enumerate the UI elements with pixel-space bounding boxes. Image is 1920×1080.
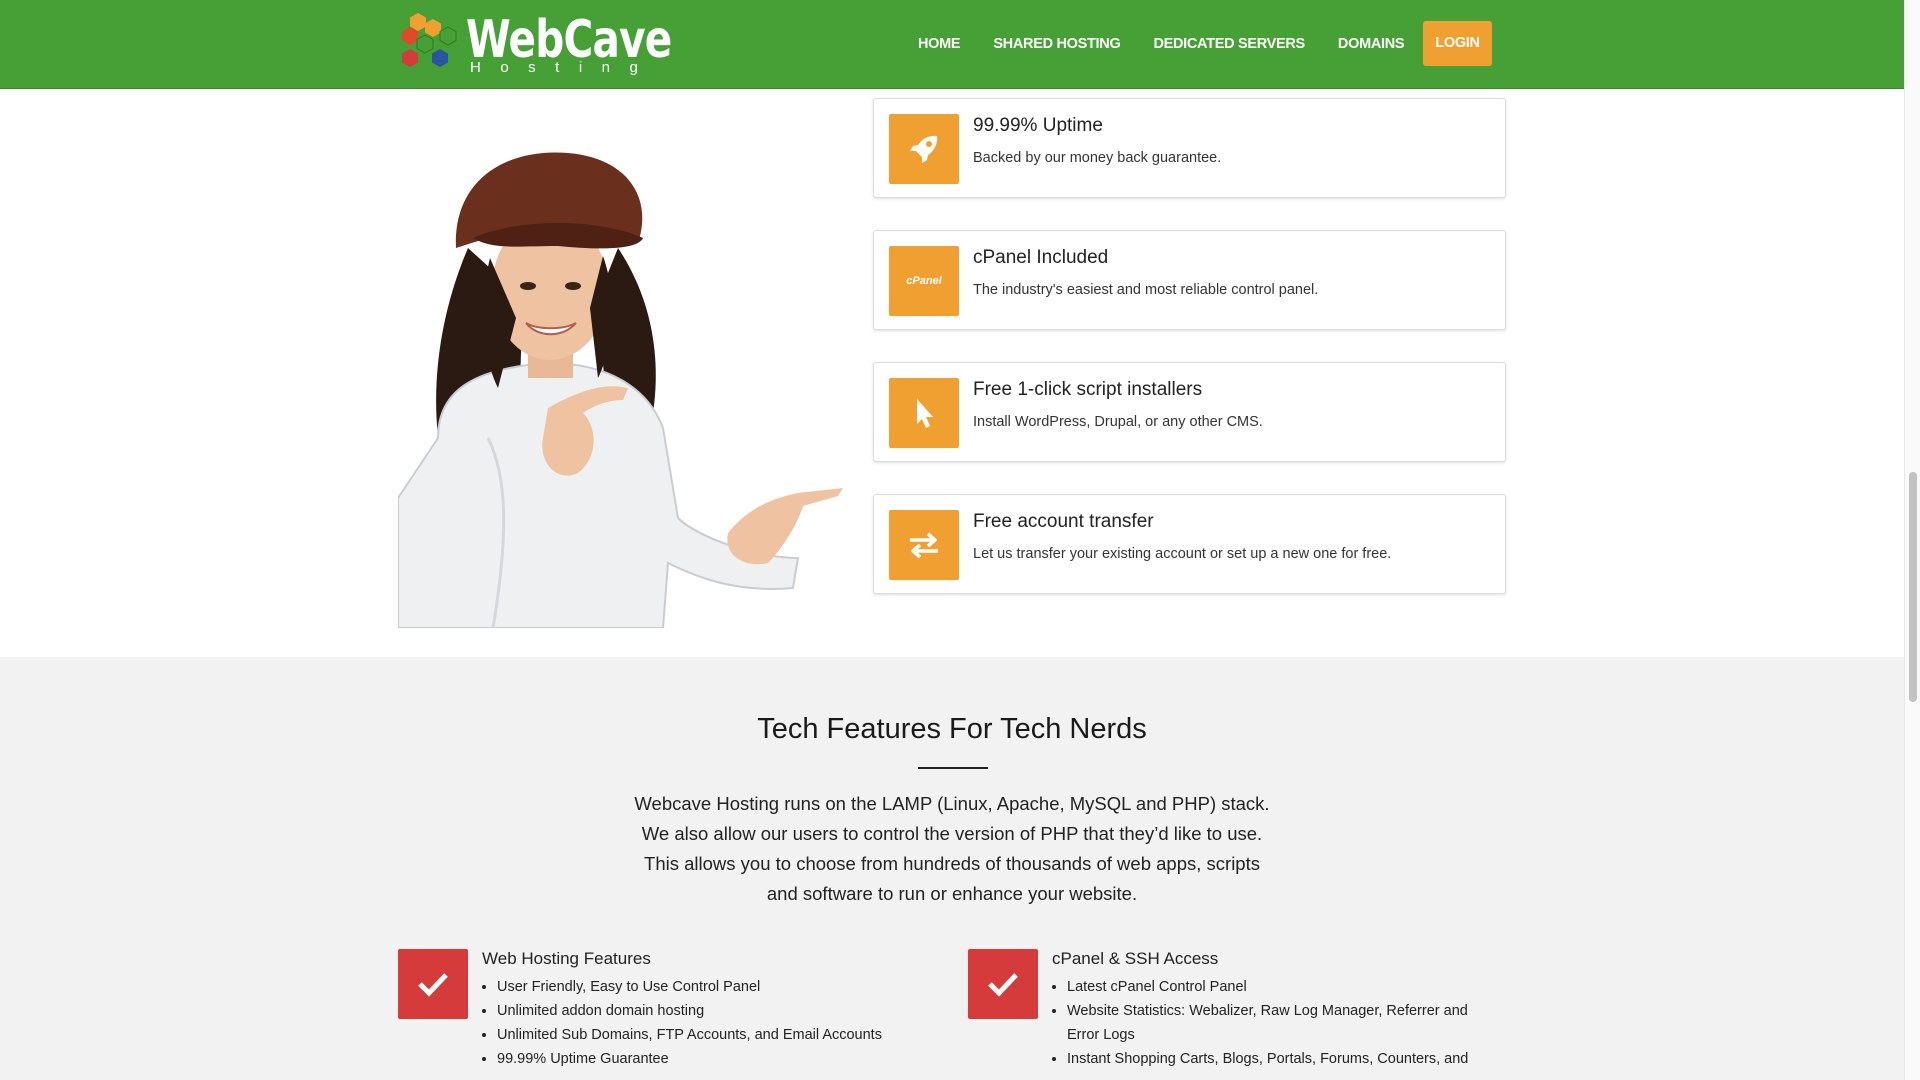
section-intro: Webcave Hosting runs on the LAMP (Linux,… — [590, 789, 1314, 909]
site-logo[interactable]: WebCave Hosting — [398, 12, 672, 78]
intro-line: This allows you to choose from hundreds … — [644, 853, 1260, 874]
hero-person-image — [398, 152, 843, 628]
transfer-icon — [889, 510, 959, 580]
block-title: Web Hosting Features — [482, 949, 651, 968]
tech-features-section: Tech Features For Tech Nerds Webcave Hos… — [0, 657, 1904, 1080]
feature-description: The industry's easiest and most reliable… — [973, 282, 1319, 298]
feature-card-cpanel: cPanel cPanel Included The industry's ea… — [873, 230, 1506, 330]
intro-line: Webcave Hosting runs on the LAMP (Linux,… — [634, 793, 1270, 814]
nav-shared-hosting[interactable]: SHARED HOSTING — [993, 22, 1120, 66]
feature-title: Free account transfer — [973, 511, 1154, 532]
main-nav: HOME SHARED HOSTING DEDICATED SERVERS DO… — [918, 21, 1492, 66]
nav-home[interactable]: HOME — [918, 22, 961, 66]
login-button[interactable]: LOGIN — [1423, 21, 1492, 66]
nav-dedicated-servers[interactable]: DEDICATED SERVERS — [1153, 22, 1305, 66]
intro-line: and software to run or enhance your webs… — [766, 883, 1138, 904]
checkmark-icon — [968, 949, 1038, 1019]
feature-card-uptime: 99.99% Uptime Backed by our money back g… — [873, 98, 1506, 198]
hexagon-logo-icon — [402, 13, 457, 67]
intro-line: We also allow our users to control the v… — [641, 823, 1263, 844]
feature-title: 99.99% Uptime — [973, 115, 1103, 136]
logo-tagline: Hosting — [470, 59, 658, 76]
feature-card-installers: Free 1-click script installers Install W… — [873, 362, 1506, 462]
section-title: Tech Features For Tech Nerds — [757, 713, 1147, 745]
list-item: Website Statistics: Webalizer, Raw Log M… — [1067, 999, 1497, 1047]
cpanel-icon: cPanel — [889, 246, 959, 316]
list-item: 99.99% Uptime Guarantee — [497, 1047, 937, 1071]
list-item: Unlimited Sub Domains, FTP Accounts, and… — [497, 1023, 937, 1047]
feature-description: Install WordPress, Drupal, or any other … — [973, 414, 1263, 430]
list-item: Latest cPanel Control Panel — [1067, 975, 1497, 999]
checkmark-icon — [398, 949, 468, 1019]
list-item: Unlimited addon domain hosting — [497, 999, 937, 1023]
cursor-icon — [889, 378, 959, 448]
feature-card-transfer: Free account transfer Let us transfer yo… — [873, 494, 1506, 594]
feature-description: Backed by our money back guarantee. — [973, 150, 1222, 166]
feature-title: cPanel Included — [973, 247, 1109, 268]
list-item: Instant Shopping Carts, Blogs, Portals, … — [1067, 1047, 1497, 1071]
feature-description: Let us transfer your existing account or… — [973, 546, 1392, 562]
cpanel-icon-text: cPanel — [906, 275, 942, 287]
title-divider — [918, 767, 988, 769]
rocket-icon — [889, 114, 959, 184]
scrollbar-thumb[interactable] — [1909, 472, 1917, 702]
page-scrollbar[interactable] — [1904, 0, 1920, 1080]
feature-list: User Friendly, Easy to Use Control Panel… — [482, 975, 937, 1071]
top-navbar: WebCave Hosting HOME SHARED HOSTING DEDI… — [0, 0, 1904, 89]
nav-domains[interactable]: DOMAINS — [1338, 22, 1405, 66]
block-title: cPanel & SSH Access — [1052, 949, 1219, 968]
list-item: User Friendly, Easy to Use Control Panel — [497, 975, 937, 999]
feature-list: Latest cPanel Control Panel Website Stat… — [1052, 975, 1497, 1071]
feature-title: Free 1-click script installers — [973, 379, 1203, 400]
